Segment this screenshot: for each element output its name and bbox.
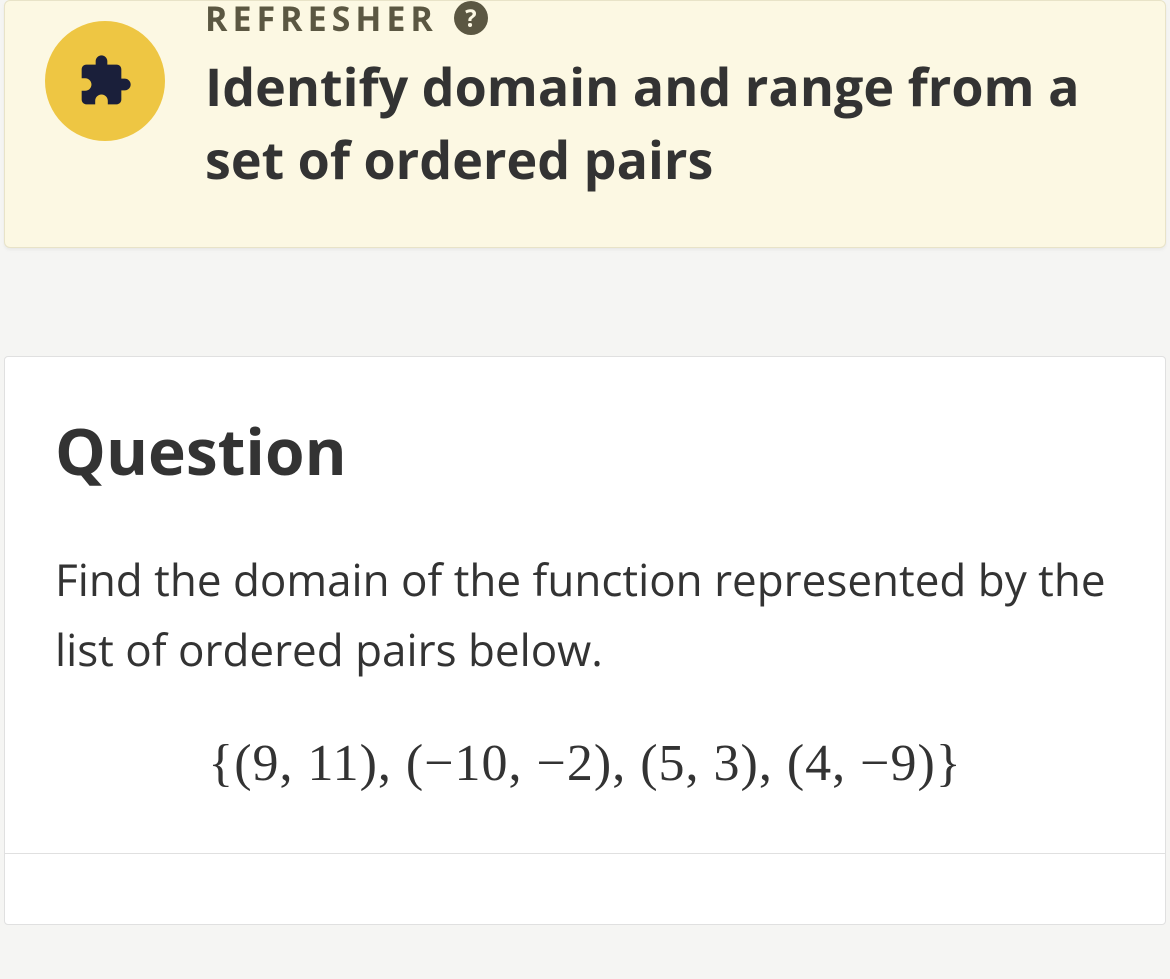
puzzle-piece-icon — [77, 53, 133, 109]
refresher-title: Identify domain and range from a set of … — [205, 51, 1125, 197]
refresher-card: REFRESHER ? Identify domain and range fr… — [4, 0, 1166, 248]
help-icon[interactable]: ? — [454, 1, 488, 35]
refresher-text-block: REFRESHER ? Identify domain and range fr… — [205, 1, 1125, 197]
refresher-label: REFRESHER — [205, 0, 438, 41]
refresher-icon-badge — [45, 21, 165, 141]
refresher-label-row: REFRESHER ? — [205, 0, 1125, 41]
question-prompt: Find the domain of the function represen… — [55, 544, 1115, 685]
question-card: Question Find the domain of the function… — [4, 356, 1166, 926]
ordered-pairs-expression: {(9, 11), (−10, −2), (5, 3), (4, −9)} — [55, 734, 1115, 793]
answer-section-cutoff — [55, 854, 1115, 924]
question-heading: Question — [55, 407, 1115, 494]
refresher-row: REFRESHER ? Identify domain and range fr… — [45, 1, 1125, 197]
